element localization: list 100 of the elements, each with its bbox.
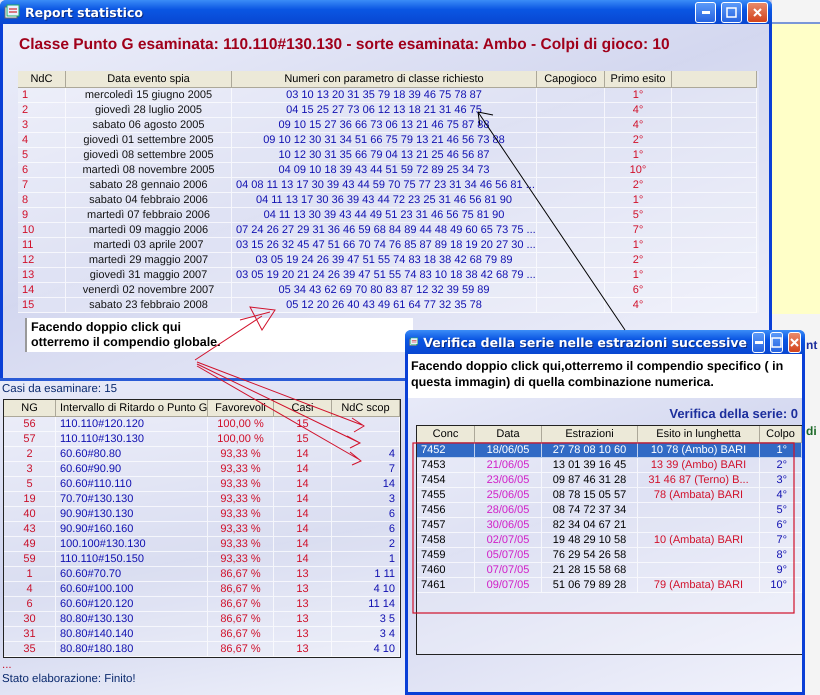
table-cell[interactable]: 6° bbox=[760, 518, 802, 533]
table-cell: venerdì 02 novembre 2007 bbox=[66, 283, 232, 298]
table-cell[interactable]: 07/07/05 bbox=[475, 563, 542, 578]
table-cell[interactable]: 23/06/05 bbox=[475, 473, 542, 488]
table-cell: 13 bbox=[274, 567, 332, 582]
table-cell: 93,33 % bbox=[208, 492, 274, 507]
table-cell: giovedì 01 settembre 2005 bbox=[66, 133, 232, 148]
table-cell: 86,67 % bbox=[208, 582, 274, 597]
table-cell[interactable]: 08 74 72 37 34 bbox=[542, 503, 638, 518]
table-cell[interactable]: 1° bbox=[760, 443, 802, 458]
table-cell[interactable]: 2° bbox=[760, 458, 802, 473]
empty-cell bbox=[537, 148, 605, 163]
table-cell[interactable]: 9° bbox=[760, 563, 802, 578]
table-cell[interactable]: 4° bbox=[760, 488, 802, 503]
table-cell[interactable]: 19 48 29 10 58 bbox=[542, 533, 638, 548]
table-cell[interactable]: 7455 bbox=[417, 488, 475, 503]
table-cell[interactable]: 7460 bbox=[417, 563, 475, 578]
table-cell[interactable]: 7° bbox=[760, 533, 802, 548]
table-cell[interactable]: 7456 bbox=[417, 503, 475, 518]
column-header[interactable]: Capogioco bbox=[537, 71, 605, 88]
column-header[interactable]: Data bbox=[475, 426, 542, 443]
table-cell[interactable]: 7457 bbox=[417, 518, 475, 533]
empty-cell bbox=[537, 283, 605, 298]
table-cell: 2° bbox=[605, 178, 672, 193]
empty-cell bbox=[537, 268, 605, 283]
close-icon bbox=[789, 336, 800, 348]
table-cell: 9 bbox=[18, 208, 66, 223]
table-cell: 110.110#150.150 bbox=[56, 552, 208, 567]
maximize-button[interactable] bbox=[721, 2, 742, 22]
table-cell: 93,33 % bbox=[208, 537, 274, 552]
table-cell: 14 bbox=[274, 522, 332, 537]
table-cell: 93,33 % bbox=[208, 507, 274, 522]
table-cell[interactable]: 09 87 46 31 28 bbox=[542, 473, 638, 488]
table-cell[interactable]: 7453 bbox=[417, 458, 475, 473]
column-header[interactable]: NdC scop bbox=[332, 400, 400, 417]
column-header[interactable]: Primo esito bbox=[605, 71, 672, 88]
table-cell: 60.60#90.90 bbox=[56, 462, 208, 477]
window-title: Verifica della serie nelle estrazioni successive bbox=[423, 334, 748, 350]
table-cell[interactable]: 10 78 (Ambo) BARI bbox=[638, 443, 760, 458]
minimize-button[interactable] bbox=[752, 332, 766, 352]
column-header[interactable]: Intervallo di Ritardo o Punto G bbox=[56, 400, 208, 417]
table-cell[interactable]: 7452 bbox=[417, 443, 475, 458]
table-cell[interactable]: 51 06 79 89 28 bbox=[542, 578, 638, 593]
background-text: nt bbox=[806, 338, 818, 352]
table-cell: 86,67 % bbox=[208, 642, 274, 657]
column-header[interactable]: Estrazioni bbox=[542, 426, 638, 443]
column-header[interactable]: NG bbox=[4, 400, 56, 417]
table-cell: 3 bbox=[332, 492, 400, 507]
table-cell[interactable]: 5° bbox=[760, 503, 802, 518]
table-cell[interactable]: 78 (Ambata) BARI bbox=[638, 488, 760, 503]
table-cell[interactable]: 27 78 08 10 60 bbox=[542, 443, 638, 458]
minimize-button[interactable] bbox=[695, 2, 716, 22]
table-cell[interactable]: 09/07/05 bbox=[475, 578, 542, 593]
table-cell[interactable]: 08 78 15 05 57 bbox=[542, 488, 638, 503]
table-cell[interactable]: 7459 bbox=[417, 548, 475, 563]
table-cell[interactable]: 82 34 04 67 21 bbox=[542, 518, 638, 533]
close-button[interactable] bbox=[747, 2, 768, 22]
table-cell: 2 bbox=[4, 447, 56, 462]
table-cell[interactable]: 21/06/05 bbox=[475, 458, 542, 473]
table-cell: 60.60#100.100 bbox=[56, 582, 208, 597]
column-header[interactable]: Casi bbox=[274, 400, 332, 417]
column-header[interactable]: Colpo bbox=[760, 426, 802, 443]
table-cell[interactable]: 10° bbox=[760, 578, 802, 593]
table-cell: 3 bbox=[4, 462, 56, 477]
table-cell[interactable]: 10 (Ambata) BARI bbox=[638, 533, 760, 548]
table-cell: 56 bbox=[4, 417, 56, 432]
table-cell: 13 bbox=[274, 642, 332, 657]
table-cell[interactable]: 8° bbox=[760, 548, 802, 563]
column-header[interactable]: NdC bbox=[18, 71, 66, 88]
table-cell[interactable]: 31 46 87 (Terno) B... bbox=[638, 473, 760, 488]
table-cell: 2 bbox=[332, 537, 400, 552]
column-header[interactable]: Numeri con parametro di classe richiesto bbox=[232, 71, 537, 88]
table-cell: 6° bbox=[605, 283, 672, 298]
table-cell[interactable]: 21 28 15 58 68 bbox=[542, 563, 638, 578]
table-cell: 10° bbox=[605, 163, 672, 178]
table-cell: 3 bbox=[18, 118, 66, 133]
table-cell[interactable]: 18/06/05 bbox=[475, 443, 542, 458]
column-header[interactable]: Favorevoli bbox=[208, 400, 274, 417]
status-text: Stato elaborazione: Finito! bbox=[1, 672, 137, 686]
background-heading: Verifica della serie: 0 bbox=[668, 405, 799, 423]
close-button[interactable] bbox=[788, 332, 802, 352]
table-cell: 13 bbox=[18, 268, 66, 283]
table-cell[interactable]: 25/06/05 bbox=[475, 488, 542, 503]
table-cell: 11 14 bbox=[332, 597, 400, 612]
table-cell[interactable]: 13 01 39 16 45 bbox=[542, 458, 638, 473]
table-cell[interactable]: 7458 bbox=[417, 533, 475, 548]
table-cell: 7 bbox=[332, 462, 400, 477]
table-cell: 13 bbox=[274, 627, 332, 642]
column-header[interactable]: Data evento spia bbox=[66, 71, 232, 88]
column-header[interactable]: Conc bbox=[417, 426, 475, 443]
maximize-button[interactable] bbox=[770, 332, 784, 352]
table-cell[interactable]: 13 39 (Ambo) BARI bbox=[638, 458, 760, 473]
table-cell[interactable]: 76 29 54 26 58 bbox=[542, 548, 638, 563]
column-header[interactable]: Esito in lunghetta bbox=[638, 426, 760, 443]
empty-cell bbox=[537, 223, 605, 238]
ellipsis-text: ... bbox=[1, 658, 13, 672]
table-cell[interactable]: 3° bbox=[760, 473, 802, 488]
table-cell[interactable]: 7454 bbox=[417, 473, 475, 488]
table-cell[interactable]: 7461 bbox=[417, 578, 475, 593]
table-cell[interactable]: 79 (Ambata) BARI bbox=[638, 578, 760, 593]
